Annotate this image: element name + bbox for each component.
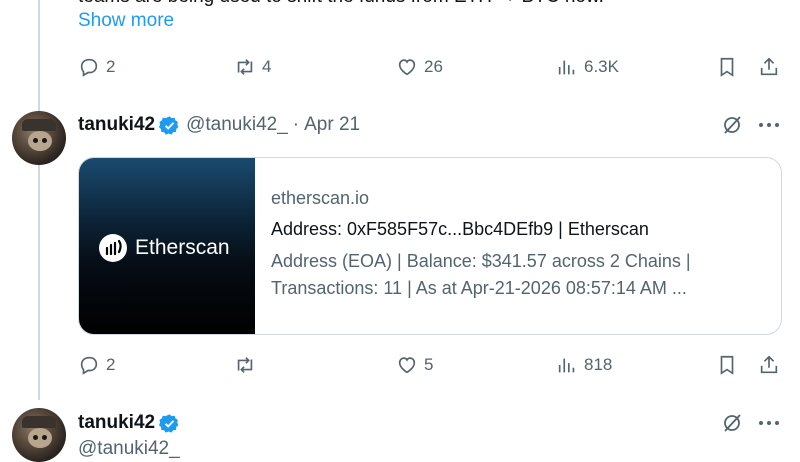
display-name[interactable]: tanuki42 <box>78 412 155 434</box>
thread-connector-line <box>38 0 40 400</box>
bookmark-button[interactable] <box>716 350 738 380</box>
repost-icon <box>237 357 253 373</box>
link-preview-card[interactable]: Etherscan etherscan.io Address: 0xF585F5… <box>78 157 782 335</box>
share-button[interactable] <box>758 350 780 380</box>
grok-icon[interactable] <box>720 113 744 137</box>
reply-button[interactable]: 2 <box>78 350 115 380</box>
bookmark-button[interactable] <box>716 52 738 82</box>
card-domain: etherscan.io <box>271 188 370 208</box>
reply-count: 2 <box>106 57 116 76</box>
avatar-eye-detail <box>33 435 38 440</box>
handle[interactable]: @tanuki42_ <box>186 114 288 136</box>
separator-dot: · <box>292 114 300 135</box>
share-icon <box>760 57 778 76</box>
truncated-tweet-text: teams are being used to shift the funds … <box>78 0 604 8</box>
avatar[interactable] <box>12 111 66 165</box>
like-count: 5 <box>424 355 434 374</box>
avatar-face-detail <box>28 428 52 448</box>
tweet-date[interactable]: Apr 21 <box>304 114 360 136</box>
analytics-icon <box>558 358 575 373</box>
reply-count: 2 <box>106 355 116 374</box>
like-button[interactable]: 5 <box>396 350 433 380</box>
heart-icon <box>398 59 416 76</box>
show-more-link[interactable]: Show more <box>78 10 174 32</box>
avatar-face-detail <box>28 131 52 151</box>
repost-button[interactable]: 4 <box>234 52 271 82</box>
etherscan-logo-text: Etherscan <box>135 236 230 259</box>
view-count: 6.3K <box>584 57 619 76</box>
views-button[interactable]: 6.3K <box>556 52 619 82</box>
bookmark-icon <box>720 355 734 375</box>
card-description: Address (EOA) | Balance: $341.57 across … <box>271 251 691 298</box>
like-count: 26 <box>424 57 443 76</box>
avatar-eye-detail <box>42 138 47 143</box>
display-name[interactable]: tanuki42 <box>78 114 155 136</box>
handle[interactable]: @tanuki42_ <box>78 438 180 460</box>
views-button[interactable]: 818 <box>556 350 612 380</box>
reply-icon <box>80 58 98 77</box>
avatar-eye-detail <box>42 435 47 440</box>
more-options-icon[interactable] <box>757 414 781 432</box>
verified-badge-icon <box>159 413 179 433</box>
more-options-icon[interactable] <box>757 116 781 134</box>
verified-badge-icon <box>159 115 179 135</box>
tweet-header: tanuki42 @tanuki42_ · Apr 21 <box>78 112 360 138</box>
share-button[interactable] <box>758 52 780 82</box>
tweet-action-bar: 2 4 26 6.3K <box>78 52 786 82</box>
etherscan-logo: Etherscan <box>99 234 230 262</box>
repost-button[interactable] <box>234 350 262 380</box>
view-count: 818 <box>584 355 613 374</box>
etherscan-logo-icon <box>99 234 127 262</box>
avatar[interactable] <box>12 408 66 462</box>
like-button[interactable]: 26 <box>396 52 443 82</box>
avatar-hat-detail <box>22 416 56 428</box>
analytics-icon <box>558 60 575 75</box>
reply-button[interactable]: 2 <box>78 52 115 82</box>
tweet-action-bar: 2 5 818 <box>78 350 786 380</box>
grok-icon[interactable] <box>720 411 744 435</box>
card-thumbnail: Etherscan <box>79 158 255 334</box>
avatar-hat-detail <box>22 119 56 131</box>
repost-count: 4 <box>262 57 272 76</box>
card-title: Address: 0xF585F57c...Bbc4DEfb9 | Ethers… <box>271 219 649 239</box>
heart-icon <box>398 357 416 374</box>
reply-icon <box>80 356 98 375</box>
avatar-eye-detail <box>33 138 38 143</box>
repost-icon <box>237 59 253 75</box>
bookmark-icon <box>720 57 734 77</box>
tweet-header: tanuki42 <box>78 410 186 436</box>
share-icon <box>760 355 778 374</box>
